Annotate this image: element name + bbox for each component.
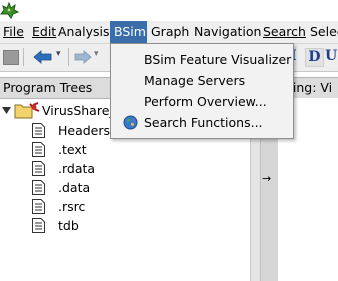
tree-item-label: Headers: [58, 123, 111, 138]
tree-root-label: VirusShare_: [42, 103, 116, 118]
title-bar: [0, 0, 338, 21]
menu-search[interactable]: Search: [263, 21, 306, 43]
document-icon: [32, 123, 45, 138]
document-icon: [32, 161, 45, 176]
toolbar-separator: [68, 48, 69, 66]
menu-file[interactable]: File: [3, 21, 24, 43]
menu-item-search-functions[interactable]: Search Functions...: [111, 112, 293, 133]
menu-item-manage-servers[interactable]: Manage Servers: [111, 70, 293, 91]
menu-bsim[interactable]: BSim: [110, 21, 147, 43]
menu-navigation[interactable]: Navigation: [194, 21, 261, 43]
program-folder-icon: [14, 102, 40, 119]
menu-select[interactable]: Select: [310, 21, 338, 43]
panel-title: Program Trees: [3, 80, 93, 95]
menu-item-perform-overview[interactable]: Perform Overview...: [111, 91, 293, 112]
document-icon: [32, 199, 45, 214]
forward-dropdown-icon[interactable]: ▾: [94, 49, 99, 59]
globe-icon: [123, 115, 138, 130]
menu-item-feature-visualizer[interactable]: BSim Feature Visualizer: [111, 49, 293, 70]
save-icon[interactable]: [3, 50, 19, 65]
tree-item-label: .rsrc: [58, 199, 86, 214]
back-dropdown-icon[interactable]: ▾: [56, 49, 61, 59]
bsim-menu-dropdown: BSim Feature Visualizer Manage Servers P…: [110, 43, 294, 139]
tree-item-label: tdb: [58, 218, 79, 233]
back-arrow-icon[interactable]: [33, 50, 53, 64]
flow-arrow-icon: →: [262, 172, 272, 185]
menu-bar: File Edit Analysis BSim Graph Navigation…: [0, 21, 338, 44]
ghidra-dragon-icon: [0, 1, 20, 19]
toolbar-separator: [23, 48, 24, 66]
tree-item-label: .text: [58, 142, 87, 157]
toolbar-letter-d[interactable]: D: [305, 48, 324, 67]
toolbar-letter-u[interactable]: U: [325, 48, 337, 64]
menu-analysis[interactable]: Analysis: [58, 21, 110, 43]
forward-arrow-icon[interactable]: [74, 50, 92, 64]
document-icon: [32, 142, 45, 157]
menu-graph[interactable]: Graph: [151, 21, 189, 43]
document-icon: [32, 218, 45, 233]
tree-item-label: .rdata: [58, 161, 96, 176]
expand-toggle-icon[interactable]: [2, 106, 11, 115]
tree-item-label: .data: [58, 180, 91, 195]
document-icon: [32, 180, 45, 195]
menu-edit[interactable]: Edit: [32, 21, 56, 43]
